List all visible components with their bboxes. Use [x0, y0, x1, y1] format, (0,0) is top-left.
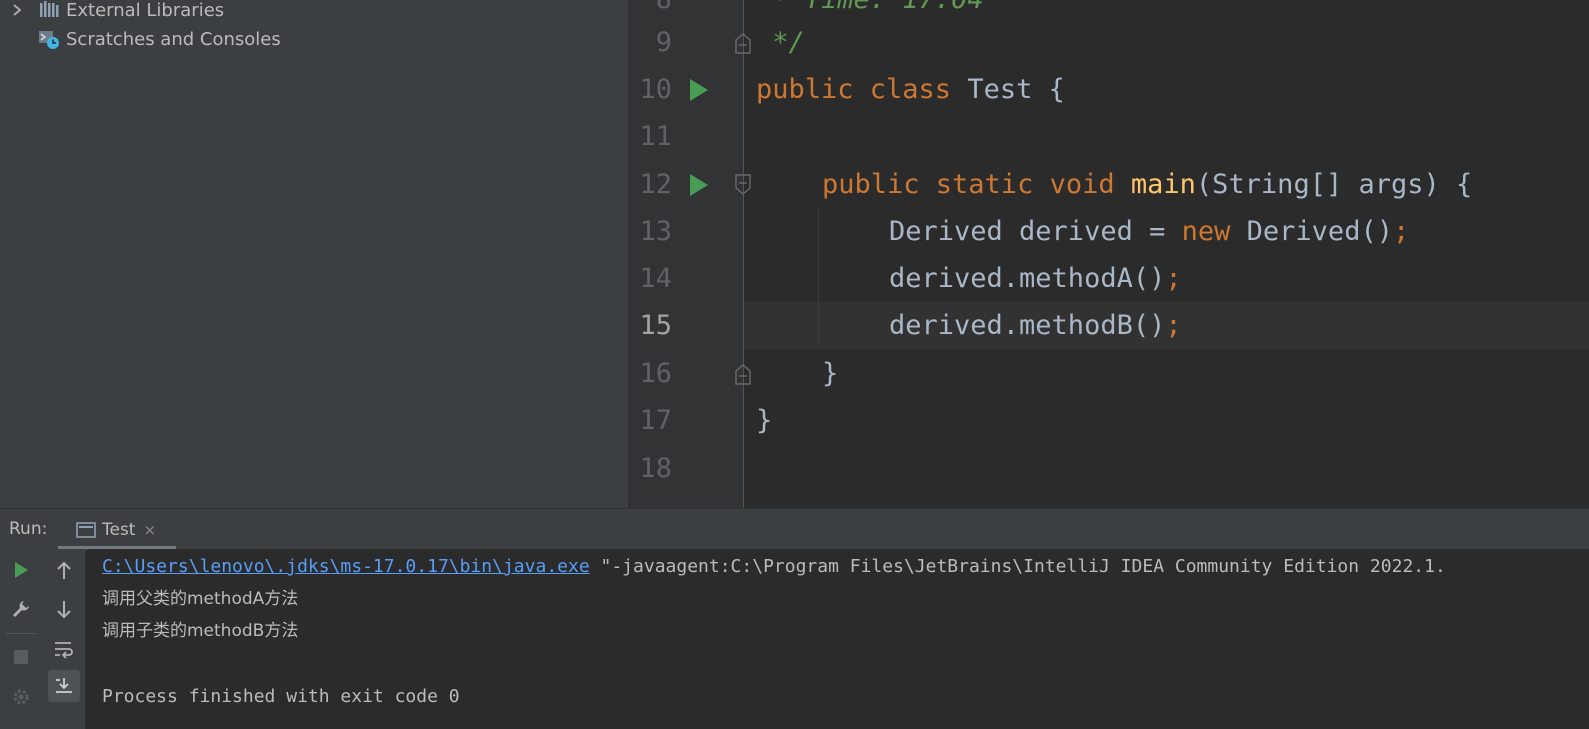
wrench-icon [13, 601, 29, 617]
code-line: 9 */ [630, 19, 1589, 66]
tree-item-label: External Libraries [66, 0, 225, 21]
tree-item-external-libraries[interactable]: External Libraries [10, 0, 224, 23]
console-command-line: C:\Users\lenovo\.jdks\ms-17.0.17\bin\jav… [102, 552, 1446, 582]
stop-button[interactable] [5, 641, 37, 673]
console-output-line: 调用子类的methodB方法 [102, 621, 299, 641]
code-text: derived.methodB(); [889, 310, 1182, 341]
code-line: 14 derived.methodA(); [630, 255, 1589, 302]
run-toolbar-right [42, 549, 86, 729]
run-toolbar-left [0, 549, 42, 729]
code-line: 16 } [630, 350, 1589, 397]
line-number: 11 [639, 121, 672, 152]
code-text: public class Test { [756, 74, 1065, 105]
project-panel: External Libraries Scratches and Console… [0, 0, 629, 508]
process-finished-message: Process finished with exit code 0 [102, 686, 460, 707]
code-text: derived.methodA(); [889, 263, 1182, 294]
library-icon [40, 1, 59, 17]
console-command-args: "-javaagent:C:\Program Files\JetBrains\I… [589, 556, 1446, 577]
close-icon[interactable]: × [143, 521, 156, 539]
arrow-up-icon [57, 561, 71, 579]
console-output[interactable]: C:\Users\lenovo\.jdks\ms-17.0.17\bin\jav… [87, 549, 1589, 729]
scroll-down-button[interactable] [48, 593, 80, 625]
rerun-button[interactable] [5, 554, 37, 586]
code-line: 10 public class Test { [630, 66, 1589, 113]
run-gutter-icon[interactable] [688, 78, 710, 102]
run-label: Run: [9, 519, 48, 539]
tree-item-scratches[interactable]: Scratches and Consoles [38, 26, 281, 52]
console-icon [76, 521, 96, 538]
line-number: 16 [639, 358, 672, 389]
code-text: public static void main(String[] args) { [822, 169, 1473, 200]
run-toolwindow-header: Run: Test × [0, 508, 1589, 550]
run-gutter-icon[interactable] [688, 173, 710, 197]
code-text: } [756, 405, 773, 436]
code-line: 11 [630, 113, 1589, 160]
settings-button[interactable] [5, 681, 37, 713]
line-number: 14 [639, 263, 672, 294]
stop-icon [14, 650, 28, 664]
line-number: 18 [639, 453, 672, 484]
line-number: 17 [639, 405, 672, 436]
line-number: 12 [639, 169, 672, 200]
code-line: 13 Derived derived = new Derived(); [630, 208, 1589, 255]
soft-wrap-button[interactable] [48, 633, 80, 665]
play-icon [15, 562, 28, 578]
code-line: 17 } [630, 397, 1589, 444]
scroll-to-end-button[interactable] [48, 670, 80, 702]
code-line: 18 [630, 445, 1589, 492]
scratches-icon [39, 31, 59, 49]
run-tab-label: Test [102, 519, 136, 540]
code-text: Derived derived = new Derived(); [889, 216, 1410, 247]
code-text: } [822, 358, 839, 389]
line-number: 13 [639, 216, 672, 247]
line-number: 9 [655, 27, 672, 58]
chevron-right-icon[interactable] [10, 3, 24, 17]
tree-item-label: Scratches and Consoles [66, 28, 281, 50]
edit-config-button[interactable] [5, 593, 37, 625]
fold-start-icon[interactable] [733, 173, 753, 197]
gear-icon [13, 689, 29, 705]
java-exe-link[interactable]: C:\Users\lenovo\.jdks\ms-17.0.17\bin\jav… [102, 556, 590, 577]
arrow-down-icon [57, 601, 71, 619]
run-tab-test[interactable]: Test × [58, 509, 176, 550]
soft-wrap-icon [55, 642, 73, 659]
fold-end-icon[interactable] [733, 31, 753, 55]
scroll-up-button[interactable] [48, 555, 80, 587]
toolbar-separator [6, 633, 36, 634]
scroll-to-end-icon [56, 678, 72, 693]
console-output-line: 调用父类的methodA方法 [102, 589, 299, 609]
fold-end-icon[interactable] [733, 362, 753, 386]
code-editor[interactable]: 8 * Time: 17:04 9 */ 10 public class Tes… [630, 0, 1589, 508]
code-line: 12 public static void main(String[] args… [630, 161, 1589, 208]
line-number: 10 [639, 74, 672, 105]
code-line-current: 15 derived.methodB(); [630, 302, 1589, 349]
line-number: 15 [639, 310, 672, 341]
code-comment: */ [756, 27, 805, 58]
